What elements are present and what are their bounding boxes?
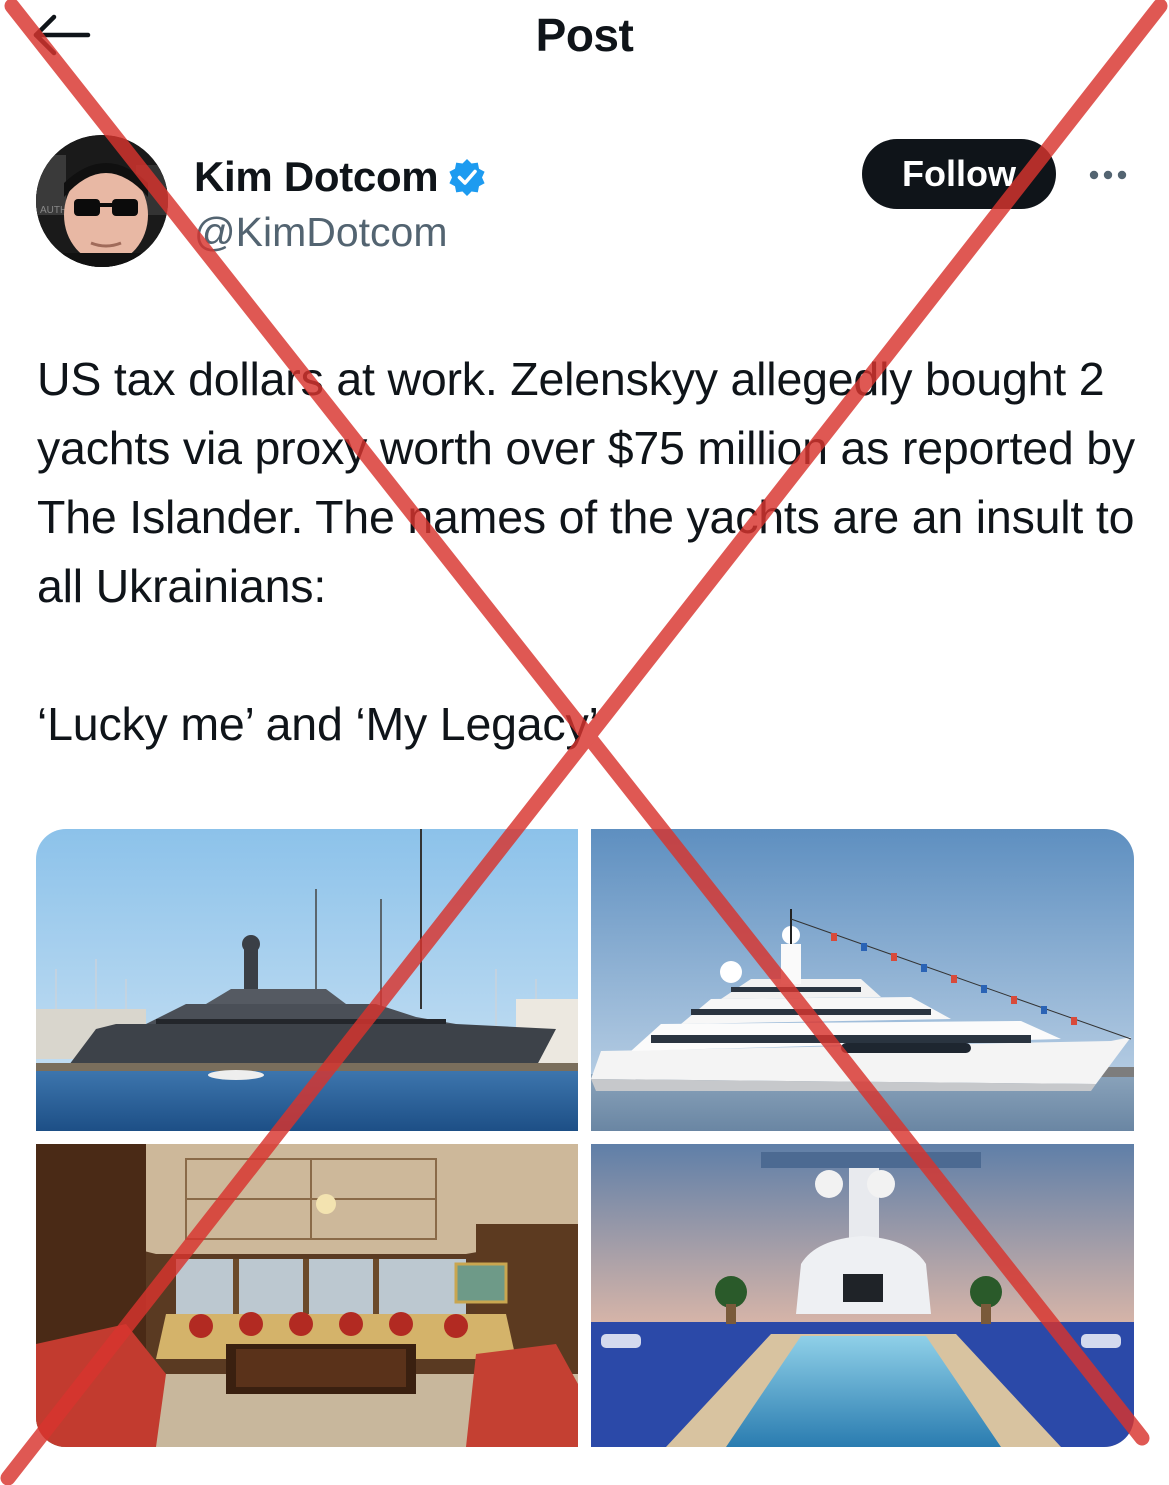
more-horizontal-icon [1089,170,1127,180]
tweet-paragraph: US tax dollars at work. Zelenskyy allege… [37,353,1135,612]
author-row: AUTH Kim Dotcom @KimDotcom Follow [36,135,1136,275]
more-options-button[interactable] [1080,155,1136,195]
white-yacht-with-flags-photo[interactable] [591,829,1134,1131]
author-display-name: Kim Dotcom [194,153,439,200]
yacht-deck-pool-photo[interactable] [591,1144,1134,1447]
tweet-paragraph: ‘Lucky me’ and ‘My Legacy’ [37,698,599,750]
verified-badge-icon [449,159,485,196]
top-bar: Post [0,0,1169,70]
tweet-text: US tax dollars at work. Zelenskyy allege… [37,345,1137,759]
author-name-row[interactable]: Kim Dotcom [194,153,486,201]
page-title: Post [535,9,634,61]
avatar[interactable]: AUTH [36,135,168,267]
yacht-salon-interior-photo[interactable] [36,1144,578,1447]
dark-gray-yacht-photo[interactable] [36,829,578,1131]
follow-button[interactable]: Follow [862,139,1056,209]
svg-text:AUTH: AUTH [40,205,67,216]
media-grid [36,829,1134,1447]
author-handle[interactable]: @KimDotcom [194,209,448,256]
